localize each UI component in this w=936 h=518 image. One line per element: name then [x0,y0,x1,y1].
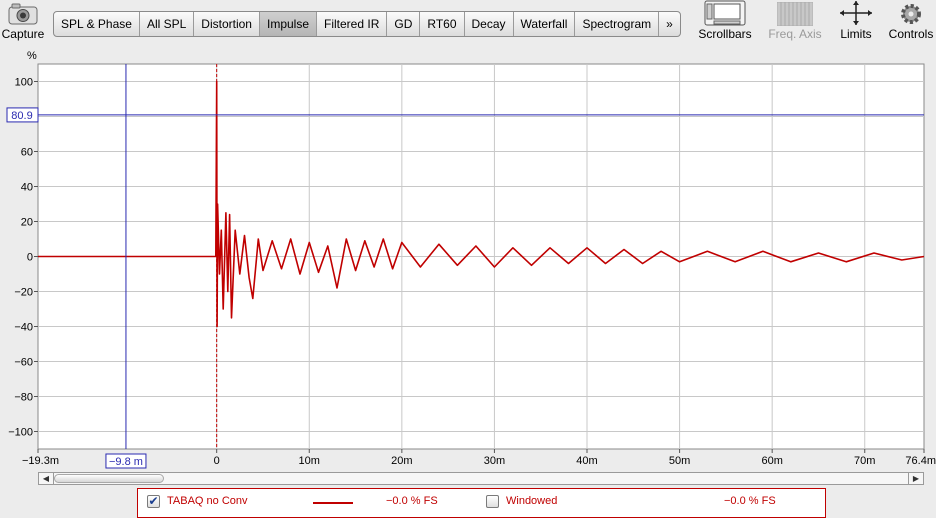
y-tick-label: 40 [21,182,33,194]
scrollbars-label: Scrollbars [698,27,752,41]
x-tick-label: 70m [854,455,875,467]
tab-spl-phase[interactable]: SPL & Phase [54,12,140,36]
cursor-x-readout: −9.8 m [109,456,143,468]
tab-impulse[interactable]: Impulse [259,12,318,36]
cursor-y-readout: 80.9 [11,110,32,122]
trace-line-swatch [313,502,353,504]
more-tabs-chevron-icon[interactable]: » [659,12,680,36]
checkmark-icon: ✔ [148,494,159,508]
tab-rt60[interactable]: RT60 [420,12,465,36]
view-tabs: SPL & Phase All SPL Distortion Impulse Filte… [53,11,681,37]
limits-label: Limits [840,27,872,41]
x-tick-label: −19.3m [22,455,59,467]
scrollbars-button[interactable]: Scrollbars [694,0,756,46]
y-tick-label: −40 [14,322,33,334]
x-tick-label: 50m [669,455,690,467]
tab-waterfall[interactable]: Waterfall [514,12,576,36]
controls-label: Controls [888,27,934,41]
y-tick-label: 20 [21,217,33,229]
tab-filtered-ir[interactable]: Filtered IR [317,12,388,36]
windowed-checkbox[interactable] [486,495,499,508]
y-tick-label: −100 [8,427,33,439]
tab-all-spl[interactable]: All SPL [140,12,195,36]
y-tick-label: −80 [14,392,33,404]
capture-label: Capture [1,27,45,41]
limits-icon [840,1,872,25]
windowed-label: Windowed [506,495,558,507]
x-tick-label: 30m [484,455,505,467]
tab-distortion[interactable]: Distortion [194,12,260,36]
x-tick-label: 76.4m [905,455,936,467]
freq-axis-label: Freq. Axis [768,27,822,41]
freq-axis-icon [777,2,813,26]
scroll-right-arrow-icon[interactable]: ▶ [908,473,923,484]
scroll-left-arrow-icon[interactable]: ◀ [39,473,54,484]
limits-button[interactable]: Limits [832,0,880,46]
y-tick-label: 60 [21,147,33,159]
y-tick-label: −60 [14,357,33,369]
y-tick-label: 0 [27,252,33,264]
capture-button[interactable]: Capture [0,0,46,46]
horizontal-scrollbar[interactable]: ◀ ▶ [38,472,924,485]
scrollbar-thumb[interactable] [54,474,164,483]
x-tick-label: 40m [576,455,597,467]
trace-value: −0.0 % FS [386,495,438,507]
windowed-value: −0.0 % FS [724,495,776,507]
legend-panel: ✔ TABAQ no Conv −0.0 % FS Windowed −0.0 … [137,488,826,518]
tab-decay[interactable]: Decay [465,12,514,36]
camera-icon [8,3,38,25]
tab-gd[interactable]: GD [387,12,421,36]
freq-axis-button[interactable]: Freq. Axis [764,0,826,46]
x-tick-label: 60m [761,455,782,467]
trace-name: TABAQ no Conv [167,495,248,507]
impulse-chart[interactable]: 100806040200−20−40−60−80−100−19.3m010m20… [0,60,936,470]
tab-spectrogram[interactable]: Spectrogram [575,12,660,36]
x-tick-label: 0 [214,455,220,467]
y-tick-label: 100 [15,77,33,89]
toolbar: Capture SPL & Phase All SPL Distortion Impu… [0,0,936,46]
controls-button[interactable]: Controls [886,0,936,46]
trace-checkbox[interactable]: ✔ [147,495,160,508]
scrollbars-icon [704,0,746,26]
x-tick-label: 10m [299,455,320,467]
gear-icon [901,4,921,24]
y-tick-label: −20 [14,287,33,299]
x-tick-label: 20m [391,455,412,467]
